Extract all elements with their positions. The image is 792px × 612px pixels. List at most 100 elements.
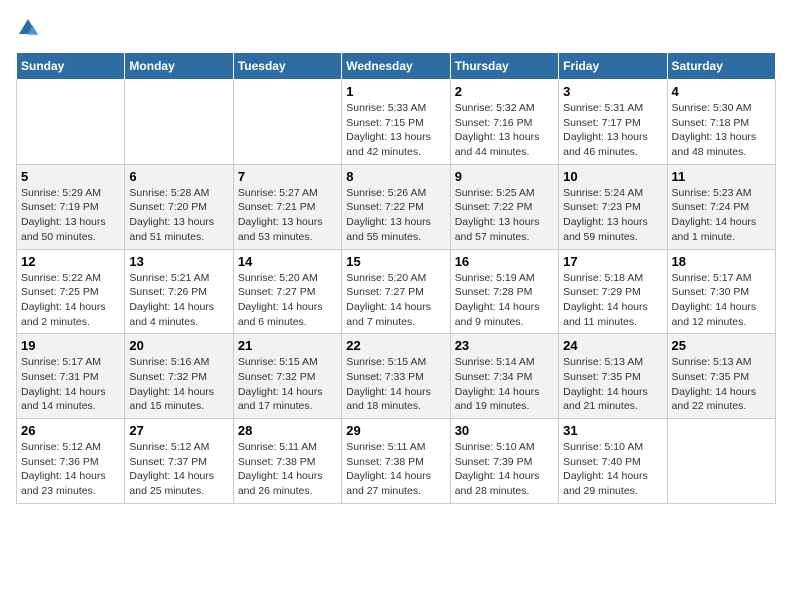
day-info: Sunrise: 5:10 AM Sunset: 7:40 PM Dayligh… — [563, 440, 662, 499]
day-number: 28 — [238, 423, 337, 438]
calendar-cell: 9Sunrise: 5:25 AM Sunset: 7:22 PM Daylig… — [450, 164, 558, 249]
day-number: 16 — [455, 254, 554, 269]
calendar-cell: 11 Sunrise: 5:23 AM Sunset: 7:24 PM Dayli… — [667, 164, 775, 249]
day-number: 5 — [21, 169, 120, 184]
day-number: 29 — [346, 423, 445, 438]
calendar-week-row: 19Sunrise: 5:17 AM Sunset: 7:31 PM Dayli… — [17, 334, 776, 419]
day-info: Sunrise: 5:17 AM Sunset: 7:30 PM Dayligh… — [672, 271, 771, 330]
day-info: Sunrise: 5:25 AM Sunset: 7:22 PM Dayligh… — [455, 186, 554, 245]
day-number: 13 — [129, 254, 228, 269]
day-info: Sunrise: 5:27 AM Sunset: 7:21 PM Dayligh… — [238, 186, 337, 245]
calendar-cell: 6 Sunrise: 5:28 AM Sunset: 7:20 PM Daylig… — [125, 164, 233, 249]
day-info: Sunrise: 5:11 AM Sunset: 7:38 PM Dayligh… — [238, 440, 337, 499]
calendar-cell: 23Sunrise: 5:14 AM Sunset: 7:34 PM Dayli… — [450, 334, 558, 419]
day-info: Sunrise: 5:33 AM Sunset: 7:15 PM Dayligh… — [346, 101, 445, 160]
calendar-cell: 21 Sunrise: 5:15 AM Sunset: 7:32 PM Dayli… — [233, 334, 341, 419]
day-info: Sunrise: 5:31 AM Sunset: 7:17 PM Dayligh… — [563, 101, 662, 160]
day-info: Sunrise: 5:13 AM Sunset: 7:35 PM Dayligh… — [563, 355, 662, 414]
day-info: Sunrise: 5:13 AM Sunset: 7:35 PM Dayligh… — [672, 355, 771, 414]
day-number: 11 — [672, 169, 771, 184]
day-number: 22 — [346, 338, 445, 353]
calendar-cell — [667, 419, 775, 504]
calendar-cell: 3 Sunrise: 5:31 AM Sunset: 7:17 PM Daylig… — [559, 80, 667, 165]
day-info: Sunrise: 5:30 AM Sunset: 7:18 PM Dayligh… — [672, 101, 771, 160]
day-number: 2 — [455, 84, 554, 99]
col-header-saturday: Saturday — [667, 53, 775, 80]
col-header-tuesday: Tuesday — [233, 53, 341, 80]
calendar-week-row: 1 Sunrise: 5:33 AM Sunset: 7:15 PM Daylig… — [17, 80, 776, 165]
col-header-monday: Monday — [125, 53, 233, 80]
day-number: 24 — [563, 338, 662, 353]
calendar-cell: 25 Sunrise: 5:13 AM Sunset: 7:35 PM Dayli… — [667, 334, 775, 419]
day-number: 14 — [238, 254, 337, 269]
calendar-cell: 19Sunrise: 5:17 AM Sunset: 7:31 PM Dayli… — [17, 334, 125, 419]
calendar-cell: 29 Sunrise: 5:11 AM Sunset: 7:38 PM Dayli… — [342, 419, 450, 504]
day-info: Sunrise: 5:23 AM Sunset: 7:24 PM Dayligh… — [672, 186, 771, 245]
calendar-cell: 13 Sunrise: 5:21 AM Sunset: 7:26 PM Dayli… — [125, 249, 233, 334]
day-number: 7 — [238, 169, 337, 184]
logo — [16, 16, 44, 40]
calendar-week-row: 26 Sunrise: 5:12 AM Sunset: 7:36 PM Dayli… — [17, 419, 776, 504]
calendar-cell: 1 Sunrise: 5:33 AM Sunset: 7:15 PM Daylig… — [342, 80, 450, 165]
day-number: 19 — [21, 338, 120, 353]
col-header-sunday: Sunday — [17, 53, 125, 80]
day-number: 10 — [563, 169, 662, 184]
day-number: 26 — [21, 423, 120, 438]
day-number: 23 — [455, 338, 554, 353]
day-number: 20 — [129, 338, 228, 353]
calendar-cell: 16 Sunrise: 5:19 AM Sunset: 7:28 PM Dayli… — [450, 249, 558, 334]
day-number: 21 — [238, 338, 337, 353]
day-number: 15 — [346, 254, 445, 269]
day-info: Sunrise: 5:12 AM Sunset: 7:37 PM Dayligh… — [129, 440, 228, 499]
day-number: 18 — [672, 254, 771, 269]
day-info: Sunrise: 5:16 AM Sunset: 7:32 PM Dayligh… — [129, 355, 228, 414]
calendar-table: SundayMondayTuesdayWednesdayThursdayFrid… — [16, 52, 776, 504]
day-info: Sunrise: 5:24 AM Sunset: 7:23 PM Dayligh… — [563, 186, 662, 245]
day-number: 31 — [563, 423, 662, 438]
calendar-cell: 30Sunrise: 5:10 AM Sunset: 7:39 PM Dayli… — [450, 419, 558, 504]
calendar-cell: 27 Sunrise: 5:12 AM Sunset: 7:37 PM Dayli… — [125, 419, 233, 504]
day-number: 12 — [21, 254, 120, 269]
day-info: Sunrise: 5:20 AM Sunset: 7:27 PM Dayligh… — [238, 271, 337, 330]
calendar-cell — [233, 80, 341, 165]
day-number: 4 — [672, 84, 771, 99]
day-info: Sunrise: 5:15 AM Sunset: 7:32 PM Dayligh… — [238, 355, 337, 414]
calendar-cell: 22Sunrise: 5:15 AM Sunset: 7:33 PM Dayli… — [342, 334, 450, 419]
calendar-cell: 26 Sunrise: 5:12 AM Sunset: 7:36 PM Dayli… — [17, 419, 125, 504]
calendar-header-row: SundayMondayTuesdayWednesdayThursdayFrid… — [17, 53, 776, 80]
day-info: Sunrise: 5:19 AM Sunset: 7:28 PM Dayligh… — [455, 271, 554, 330]
calendar-cell: 20 Sunrise: 5:16 AM Sunset: 7:32 PM Dayli… — [125, 334, 233, 419]
calendar-cell: 31 Sunrise: 5:10 AM Sunset: 7:40 PM Dayli… — [559, 419, 667, 504]
day-info: Sunrise: 5:10 AM Sunset: 7:39 PM Dayligh… — [455, 440, 554, 499]
col-header-thursday: Thursday — [450, 53, 558, 80]
calendar-cell: 2 Sunrise: 5:32 AM Sunset: 7:16 PM Daylig… — [450, 80, 558, 165]
col-header-friday: Friday — [559, 53, 667, 80]
day-info: Sunrise: 5:12 AM Sunset: 7:36 PM Dayligh… — [21, 440, 120, 499]
col-header-wednesday: Wednesday — [342, 53, 450, 80]
day-info: Sunrise: 5:26 AM Sunset: 7:22 PM Dayligh… — [346, 186, 445, 245]
day-number: 6 — [129, 169, 228, 184]
calendar-cell: 12Sunrise: 5:22 AM Sunset: 7:25 PM Dayli… — [17, 249, 125, 334]
calendar-cell: 15 Sunrise: 5:20 AM Sunset: 7:27 PM Dayli… — [342, 249, 450, 334]
day-info: Sunrise: 5:20 AM Sunset: 7:27 PM Dayligh… — [346, 271, 445, 330]
day-info: Sunrise: 5:28 AM Sunset: 7:20 PM Dayligh… — [129, 186, 228, 245]
calendar-cell: 7 Sunrise: 5:27 AM Sunset: 7:21 PM Daylig… — [233, 164, 341, 249]
calendar-cell: 14 Sunrise: 5:20 AM Sunset: 7:27 PM Dayli… — [233, 249, 341, 334]
day-info: Sunrise: 5:29 AM Sunset: 7:19 PM Dayligh… — [21, 186, 120, 245]
calendar-cell — [17, 80, 125, 165]
calendar-cell: 4 Sunrise: 5:30 AM Sunset: 7:18 PM Daylig… — [667, 80, 775, 165]
day-info: Sunrise: 5:21 AM Sunset: 7:26 PM Dayligh… — [129, 271, 228, 330]
day-number: 8 — [346, 169, 445, 184]
calendar-cell: 18 Sunrise: 5:17 AM Sunset: 7:30 PM Dayli… — [667, 249, 775, 334]
day-number: 27 — [129, 423, 228, 438]
day-number: 17 — [563, 254, 662, 269]
calendar-week-row: 12Sunrise: 5:22 AM Sunset: 7:25 PM Dayli… — [17, 249, 776, 334]
calendar-cell — [125, 80, 233, 165]
day-info: Sunrise: 5:32 AM Sunset: 7:16 PM Dayligh… — [455, 101, 554, 160]
day-number: 3 — [563, 84, 662, 99]
day-number: 1 — [346, 84, 445, 99]
day-info: Sunrise: 5:11 AM Sunset: 7:38 PM Dayligh… — [346, 440, 445, 499]
day-number: 25 — [672, 338, 771, 353]
calendar-cell: 8 Sunrise: 5:26 AM Sunset: 7:22 PM Daylig… — [342, 164, 450, 249]
day-info: Sunrise: 5:18 AM Sunset: 7:29 PM Dayligh… — [563, 271, 662, 330]
